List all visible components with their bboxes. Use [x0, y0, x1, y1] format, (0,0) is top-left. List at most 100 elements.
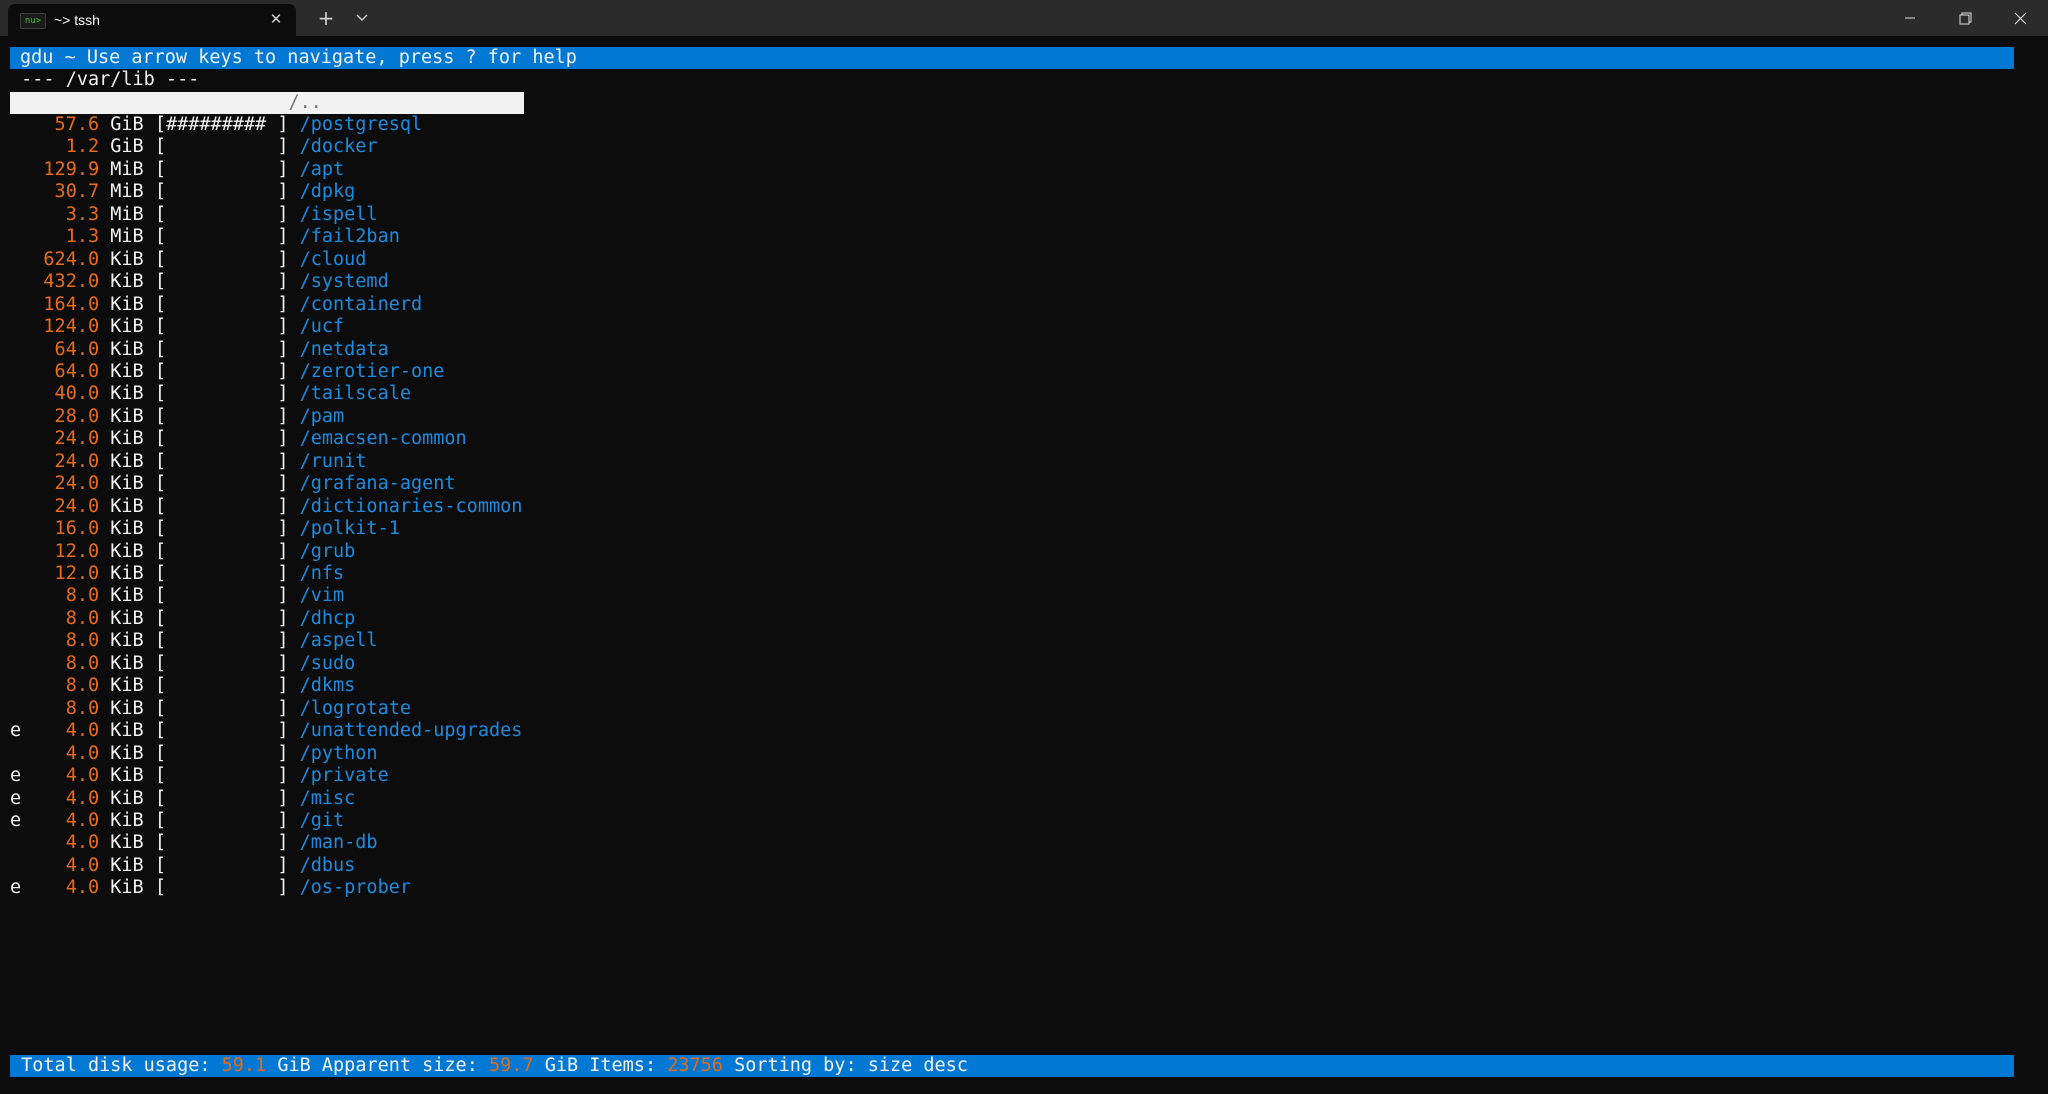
- row-usage-bar: [ ]: [154, 675, 289, 697]
- row-size: 124.0: [32, 316, 100, 338]
- directory-row[interactable]: 1.3 MiB [ ] /fail2ban: [10, 226, 400, 248]
- directory-row[interactable]: 28.0 KiB [ ] /pam: [10, 406, 345, 428]
- row-usage-bar: [ ]: [154, 809, 289, 831]
- row-name: /python: [299, 742, 378, 764]
- row-flag: [10, 743, 21, 764]
- directory-row[interactable]: 16.0 KiB [ ] /polkit-1: [10, 518, 400, 540]
- directory-row[interactable]: 8.0 KiB [ ] /dkms: [10, 675, 356, 697]
- row-usage-bar: [ ]: [154, 248, 289, 270]
- row-size: 8.0: [32, 652, 100, 674]
- terminal-pane[interactable]: gdu ~ Use arrow keys to navigate, press …: [0, 36, 2048, 1094]
- directory-row[interactable]: 4.0 KiB [ ] /man-db: [10, 832, 378, 854]
- row-size: 8.0: [32, 697, 100, 719]
- directory-row[interactable]: 30.7 MiB [ ] /dpkg: [10, 181, 356, 203]
- directory-row[interactable]: e 4.0 KiB [ ] /git: [10, 810, 344, 832]
- row-unit: MiB: [110, 226, 144, 248]
- row-unit: KiB: [110, 428, 144, 450]
- directory-row[interactable]: 40.0 KiB [ ] /tailscale: [10, 383, 411, 405]
- directory-row[interactable]: 12.0 KiB [ ] /nfs: [10, 563, 345, 585]
- directory-row[interactable]: e 4.0 KiB [ ] /misc: [10, 788, 355, 810]
- row-size: 24.0: [32, 473, 100, 495]
- directory-row[interactable]: 8.0 KiB [ ] /aspell: [10, 630, 378, 652]
- directory-row[interactable]: 57.6 GiB [######### ] /postgresql: [10, 114, 423, 136]
- row-flag: [10, 136, 21, 157]
- row-name: /man-db: [299, 832, 378, 854]
- row-flag: [10, 630, 21, 651]
- row-size: 24.0: [32, 495, 100, 517]
- close-window-icon[interactable]: [1992, 0, 2048, 36]
- row-flag: e: [10, 809, 22, 831]
- directory-row[interactable]: e 4.0 KiB [ ] /unattended-upgrades: [10, 720, 522, 742]
- row-size: 4.0: [32, 787, 100, 809]
- directory-row[interactable]: 129.9 MiB [ ] /apt: [10, 159, 344, 181]
- directory-row[interactable]: 24.0 KiB [ ] /emacsen-common: [10, 428, 467, 450]
- directory-row[interactable]: 24.0 KiB [ ] /grafana-agent: [10, 473, 456, 495]
- row-name: /fail2ban: [299, 226, 400, 248]
- row-unit: KiB: [110, 495, 144, 517]
- row-size: 1.3: [32, 226, 100, 248]
- total-value: 59.1: [221, 1055, 267, 1076]
- tab-tssh[interactable]: nu> ~> tssh ✕: [8, 4, 296, 36]
- directory-row[interactable]: 1.2 GiB [ ] /docker: [10, 136, 378, 158]
- row-flag: [10, 541, 21, 562]
- directory-row[interactable]: 8.0 KiB [ ] /logrotate: [10, 698, 411, 720]
- directory-row[interactable]: 64.0 KiB [ ] /zerotier-one: [10, 361, 445, 383]
- plus-icon[interactable]: +: [312, 6, 340, 30]
- directory-row[interactable]: 124.0 KiB [ ] /ucf: [10, 316, 344, 338]
- row-usage-bar: [ ]: [154, 226, 289, 248]
- row-name: /emacsen-common: [299, 428, 467, 450]
- directory-row[interactable]: 24.0 KiB [ ] /runit: [10, 450, 367, 473]
- row-unit: MiB: [110, 158, 144, 180]
- row-size: 64.0: [32, 338, 100, 360]
- row-unit: KiB: [110, 271, 144, 293]
- row-unit: KiB: [110, 697, 144, 719]
- row-flag: e: [10, 765, 22, 787]
- items-label: Items:: [589, 1055, 657, 1076]
- close-icon[interactable]: ✕: [266, 9, 286, 29]
- row-unit: KiB: [110, 742, 144, 764]
- row-unit: KiB: [110, 316, 144, 338]
- row-flag: [10, 563, 21, 584]
- row-usage-bar: [ ]: [154, 473, 289, 495]
- directory-row[interactable]: 4.0 KiB [ ] /dbus: [10, 854, 356, 877]
- directory-row[interactable]: 3.3 MiB [ ] /ispell: [10, 204, 378, 226]
- row-usage-bar: [ ]: [154, 450, 289, 472]
- row-size: 4.0: [32, 742, 100, 764]
- row-unit: KiB: [110, 675, 144, 697]
- directory-row[interactable]: 432.0 KiB [ ] /systemd: [10, 271, 389, 293]
- maximize-icon[interactable]: [1937, 0, 1993, 36]
- tab-title: ~> tssh: [54, 12, 100, 28]
- total-unit: GiB: [277, 1055, 311, 1076]
- row-size: 57.6: [32, 114, 100, 135]
- row-usage-bar: [ ]: [154, 832, 289, 854]
- row-name: /logrotate: [299, 697, 411, 719]
- directory-row[interactable]: 64.0 KiB [ ] /netdata: [10, 339, 389, 361]
- directory-row[interactable]: e 4.0 KiB [ ] /os-prober: [10, 877, 411, 899]
- row-flag: [10, 675, 21, 696]
- parent-dir-row[interactable]: /..: [10, 92, 524, 114]
- row-usage-bar: [ ]: [154, 720, 289, 742]
- row-size: 8.0: [32, 585, 100, 607]
- chevron-down-icon[interactable]: [348, 6, 376, 30]
- row-size: 4.0: [32, 765, 100, 787]
- minimize-icon[interactable]: [1882, 0, 1938, 36]
- row-size: 8.0: [32, 630, 100, 652]
- row-unit: KiB: [110, 765, 144, 787]
- directory-row[interactable]: 8.0 KiB [ ] /vim: [10, 585, 344, 607]
- row-name: /systemd: [299, 271, 389, 293]
- row-flag: [10, 204, 21, 225]
- directory-row[interactable]: 624.0 KiB [ ] /cloud: [10, 249, 366, 271]
- directory-row[interactable]: 8.0 KiB [ ] /sudo: [10, 652, 356, 675]
- directory-row[interactable]: 4.0 KiB [ ] /python: [10, 743, 378, 765]
- row-size: 4.0: [32, 854, 100, 876]
- directory-row[interactable]: 8.0 KiB [ ] /dhcp: [10, 608, 356, 630]
- row-usage-bar: [ ]: [154, 316, 289, 338]
- directory-row[interactable]: e 4.0 KiB [ ] /private: [10, 765, 389, 787]
- directory-row[interactable]: 24.0 KiB [ ] /dictionaries-common: [10, 495, 523, 518]
- row-size: 30.7: [32, 181, 100, 203]
- row-unit: MiB: [110, 181, 144, 203]
- row-name: /cloud: [299, 248, 367, 270]
- directory-row[interactable]: 12.0 KiB [ ] /grub: [10, 541, 356, 563]
- directory-row[interactable]: 164.0 KiB [ ] /containerd: [10, 294, 422, 316]
- row-unit: KiB: [110, 787, 144, 809]
